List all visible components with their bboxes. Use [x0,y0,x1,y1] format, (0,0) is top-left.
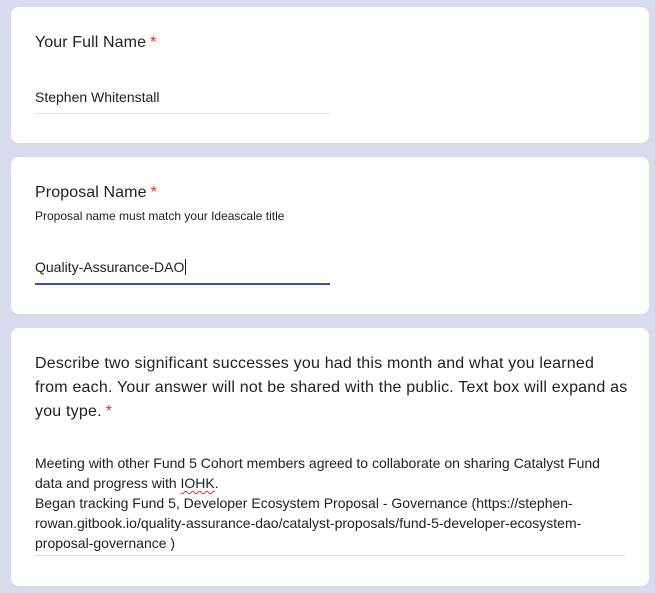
proposal-name-value: Quality-Assurance-DAO [35,259,185,275]
full-name-value: Stephen Whitenstall [35,89,160,105]
question-title-line: you type. [35,403,102,420]
textarea-text: data and progress with [35,475,181,491]
required-asterisk: * [105,403,113,420]
question-title-line: Describe two significant successes you h… [35,355,595,372]
question-card-proposal-name: Proposal Name * Proposal name must match … [11,157,649,314]
textarea-line: Began tracking Fund 5, Developer Ecosyst… [35,495,573,511]
question-description: Proposal name must match your Ideascale … [35,209,285,223]
question-card-full-name: Your Full Name * Stephen Whitenstall [11,7,649,143]
textarea-line: data and progress with IOHK. [35,473,625,493]
full-name-input[interactable]: Stephen Whitenstall [35,87,330,114]
question-title-text: Your Full Name [35,34,147,51]
spellcheck-flagged-word[interactable]: IOHK [181,475,215,491]
required-asterisk: * [150,34,157,51]
question-title-proposal-name: Proposal Name * [35,181,157,205]
proposal-name-input[interactable]: Quality-Assurance-DAO [35,257,330,285]
successes-textarea[interactable]: Meeting with other Fund 5 Cohort members… [35,453,625,556]
question-title-successes: Describe two significant successes you h… [35,352,630,424]
textarea-text: . [214,475,219,491]
textarea-line: proposal-governance ) [35,535,176,551]
question-title-line: from each. Your answer will not be share… [35,379,628,396]
question-title-text: Proposal Name [35,184,147,201]
question-title-full-name: Your Full Name * [35,31,156,55]
textarea-line: Meeting with other Fund 5 Cohort members… [35,455,600,471]
textarea-line: rowan.gitbook.io/quality-assurance-dao/c… [35,515,582,531]
text-caret [185,259,187,275]
required-asterisk: * [150,184,157,201]
question-card-successes: Describe two significant successes you h… [11,328,649,586]
